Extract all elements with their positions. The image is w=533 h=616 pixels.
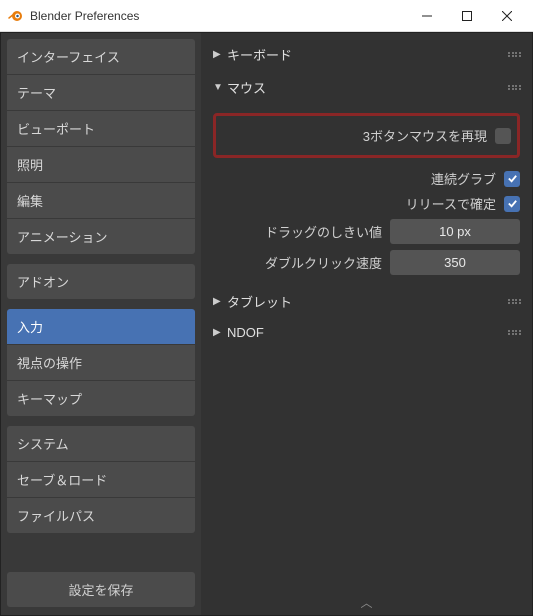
continuous-grab-checkbox[interactable] xyxy=(504,171,520,187)
sidebar-item-save-load[interactable]: セーブ＆ロード xyxy=(7,462,195,498)
release-confirm-checkbox[interactable] xyxy=(504,196,520,212)
emulate-3-button-checkbox[interactable] xyxy=(495,128,511,144)
sidebar-item-label: アドオン xyxy=(17,275,69,290)
sidebar-item-interface[interactable]: インターフェイス xyxy=(7,39,195,75)
sidebar-item-animation[interactable]: アニメーション xyxy=(7,219,195,254)
sidebar-item-lighting[interactable]: 照明 xyxy=(7,147,195,183)
window-title: Blender Preferences xyxy=(30,9,407,23)
sidebar-item-label: アニメーション xyxy=(17,230,107,245)
emulate-3-button-label: 3ボタンマウスを再現 xyxy=(363,126,487,145)
sidebar-item-label: キーマップ xyxy=(17,392,82,407)
section-mouse[interactable]: ▼ マウス xyxy=(209,72,524,103)
chevron-right-icon: ▶ xyxy=(213,296,227,307)
window-controls xyxy=(407,1,527,31)
dblclick-speed-field[interactable]: 350 xyxy=(390,250,520,275)
sidebar-item-navigation[interactable]: 視点の操作 xyxy=(7,345,195,381)
continuous-grab-label: 連続グラブ xyxy=(431,169,496,188)
drag-handle-icon[interactable] xyxy=(508,52,520,58)
save-preferences-button[interactable]: 設定を保存 xyxy=(7,572,195,607)
drag-threshold-label: ドラッグのしきい値 xyxy=(213,222,382,241)
section-ndof[interactable]: ▶ NDOF xyxy=(209,319,524,346)
close-button[interactable] xyxy=(487,1,527,31)
section-label: タブレット xyxy=(227,292,508,311)
sidebar-item-label: ファイルパス xyxy=(17,509,95,524)
sidebar-item-label: セーブ＆ロード xyxy=(17,473,107,488)
section-label: NDOF xyxy=(227,325,508,340)
sidebar: インターフェイス テーマ ビューポート 照明 編集 アニメーション アドオン 入… xyxy=(1,33,201,615)
title-bar: Blender Preferences xyxy=(0,0,533,32)
maximize-button[interactable] xyxy=(447,1,487,31)
expand-caret-icon[interactable]: ︿ xyxy=(360,594,372,611)
drag-threshold-field[interactable]: 10 px xyxy=(390,219,520,244)
drag-handle-icon[interactable] xyxy=(508,85,520,91)
sidebar-item-theme[interactable]: テーマ xyxy=(7,75,195,111)
sidebar-item-label: インターフェイス xyxy=(17,50,120,65)
sidebar-item-viewport[interactable]: ビューポート xyxy=(7,111,195,147)
sidebar-item-label: 編集 xyxy=(17,194,43,209)
drag-handle-icon[interactable] xyxy=(508,330,520,336)
emulate-3-button-highlight: 3ボタンマウスを再現 xyxy=(213,113,520,158)
save-label: 設定を保存 xyxy=(68,583,133,598)
section-label: マウス xyxy=(227,78,508,97)
chevron-down-icon: ▼ xyxy=(213,82,227,93)
sidebar-item-label: 照明 xyxy=(17,158,43,173)
release-confirm-label: リリースで確定 xyxy=(406,194,496,213)
sidebar-item-label: システム xyxy=(17,437,69,452)
content-panel: ▶ キーボード ▼ マウス 3ボタンマウスを再現 連続グラブ リリースで確定 xyxy=(201,33,532,615)
section-tablet[interactable]: ▶ タブレット xyxy=(209,286,524,317)
sidebar-item-label: 入力 xyxy=(17,320,43,335)
section-keyboard[interactable]: ▶ キーボード xyxy=(209,39,524,70)
minimize-button[interactable] xyxy=(407,1,447,31)
section-label: キーボード xyxy=(227,45,508,64)
blender-icon xyxy=(6,7,24,25)
sidebar-item-system[interactable]: システム xyxy=(7,426,195,462)
chevron-right-icon: ▶ xyxy=(213,49,227,60)
sidebar-item-label: ビューポート xyxy=(17,122,95,137)
sidebar-item-editing[interactable]: 編集 xyxy=(7,183,195,219)
sidebar-item-label: 視点の操作 xyxy=(17,356,82,371)
drag-handle-icon[interactable] xyxy=(508,299,520,305)
chevron-right-icon: ▶ xyxy=(213,327,227,338)
sidebar-item-addons[interactable]: アドオン xyxy=(7,264,195,299)
sidebar-item-keymap[interactable]: キーマップ xyxy=(7,381,195,416)
sidebar-item-label: テーマ xyxy=(17,86,56,101)
dblclick-speed-label: ダブルクリック速度 xyxy=(213,253,382,272)
sidebar-item-file-paths[interactable]: ファイルパス xyxy=(7,498,195,533)
sidebar-item-input[interactable]: 入力 xyxy=(7,309,195,345)
